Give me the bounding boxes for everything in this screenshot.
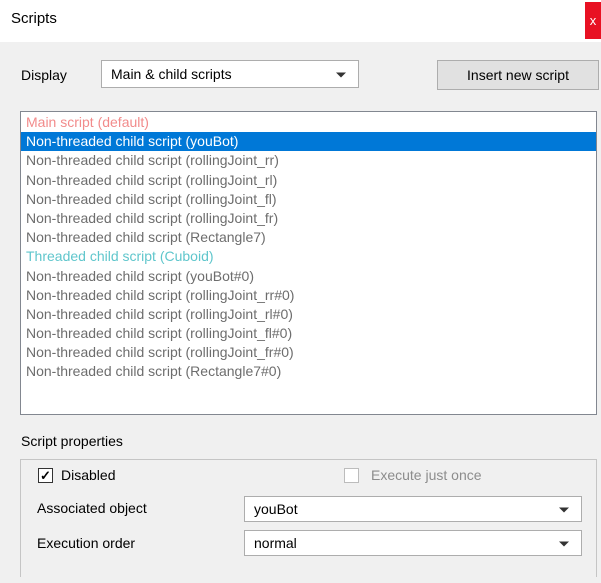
chevron-down-icon <box>559 507 569 513</box>
script-list-item[interactable]: Non-threaded child script (rollingJoint_… <box>21 324 596 343</box>
script-list-item[interactable]: Non-threaded child script (Rectangle7#0) <box>21 362 596 381</box>
chevron-down-icon <box>336 72 346 78</box>
script-list-item[interactable]: Non-threaded child script (youBot) <box>21 132 596 152</box>
display-select-value: Main & child scripts <box>111 66 232 82</box>
execute-just-once-checkbox[interactable] <box>344 468 359 483</box>
associated-object-label: Associated object <box>37 500 147 516</box>
script-list-item[interactable]: Main script (default) <box>21 113 596 132</box>
script-properties-label: Script properties <box>21 433 123 449</box>
script-list-item[interactable]: Non-threaded child script (rollingJoint_… <box>21 190 596 209</box>
script-list-item[interactable]: Non-threaded child script (rollingJoint_… <box>21 305 596 324</box>
execution-order-select[interactable]: normal <box>244 530 582 556</box>
close-icon: x <box>589 13 597 28</box>
script-list-item[interactable]: Non-threaded child script (rollingJoint_… <box>21 151 596 170</box>
display-select[interactable]: Main & child scripts <box>101 60 359 88</box>
script-list[interactable]: Main script (default) Non-threaded child … <box>20 111 597 415</box>
execution-order-label: Execution order <box>37 535 136 551</box>
display-label: Display <box>21 67 67 83</box>
script-list-item[interactable]: Threaded child script (Cuboid) <box>21 247 596 266</box>
script-list-item[interactable]: Non-threaded child script (rollingJoint_… <box>21 209 596 228</box>
title-bar: Scripts x <box>0 0 601 42</box>
script-list-item[interactable]: Non-threaded child script (rollingJoint_… <box>21 286 596 305</box>
script-list-item[interactable]: Non-threaded child script (youBot#0) <box>21 267 596 286</box>
insert-new-script-button[interactable]: Insert new script <box>437 60 599 90</box>
script-list-item[interactable]: Non-threaded child script (rollingJoint_… <box>21 343 596 362</box>
associated-object-value: youBot <box>254 501 298 517</box>
disabled-label: Disabled <box>61 467 116 483</box>
chevron-down-icon <box>559 541 569 547</box>
execute-just-once-label: Execute just once <box>371 467 482 483</box>
close-button[interactable]: x <box>585 2 601 39</box>
script-list-item[interactable]: Non-threaded child script (Rectangle7) <box>21 228 596 247</box>
disabled-checkbox[interactable]: ✓ <box>38 468 53 483</box>
associated-object-select[interactable]: youBot <box>244 496 582 522</box>
script-list-item[interactable]: Non-threaded child script (rollingJoint_… <box>21 171 596 190</box>
window-title: Scripts <box>11 10 57 27</box>
execution-order-value: normal <box>254 535 297 551</box>
checkmark-icon: ✓ <box>40 468 51 483</box>
